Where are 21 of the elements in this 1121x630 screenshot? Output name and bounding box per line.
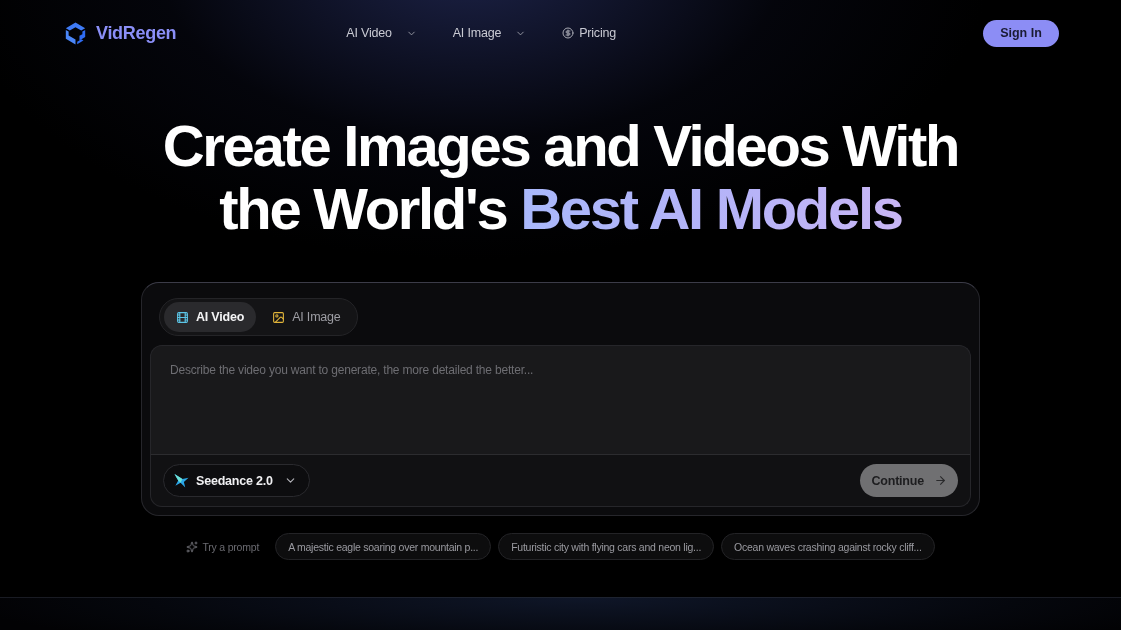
star-logo-icon <box>174 473 189 488</box>
prompt-input-field[interactable]: Describe the video you want to generate, the more detailed the better... <box>150 345 971 455</box>
brand-logo[interactable]: VidRegen <box>63 20 177 46</box>
prompt-suggestion-chip[interactable]: A majestic eagle soaring over mountain p... <box>275 533 492 560</box>
nav-dropdown-link[interactable]: AI Image <box>452 26 527 40</box>
prompt-suggestion-chip[interactable]: Ocean waves crashing against rocky cliff... <box>721 533 935 560</box>
hero-heading: Create Images and Videos With the World's Best AI Models <box>161 114 960 240</box>
model-dropdown[interactable]: Seedance 2.0 <box>163 464 310 497</box>
sign-in-button[interactable]: Sign In <box>983 19 1059 47</box>
film-icon <box>176 310 189 324</box>
sparkles-icon <box>186 540 199 553</box>
arrow-right-icon <box>934 474 947 487</box>
nav-dropdown-link[interactable]: AI Video <box>346 26 417 40</box>
nav-link[interactable]: Pricing <box>562 26 616 40</box>
mode-tab[interactable]: AI Video <box>164 302 257 332</box>
try-prompt-label: Try a prompt <box>202 540 260 553</box>
image-icon <box>272 310 286 324</box>
hexagon-logo-icon <box>63 20 88 46</box>
dollar-coin-icon <box>562 27 575 39</box>
prompt-suggestion-chip[interactable]: Futuristic city with flying cars and neon lig... <box>498 533 715 560</box>
mode-tab[interactable]: AI Image <box>260 302 353 332</box>
